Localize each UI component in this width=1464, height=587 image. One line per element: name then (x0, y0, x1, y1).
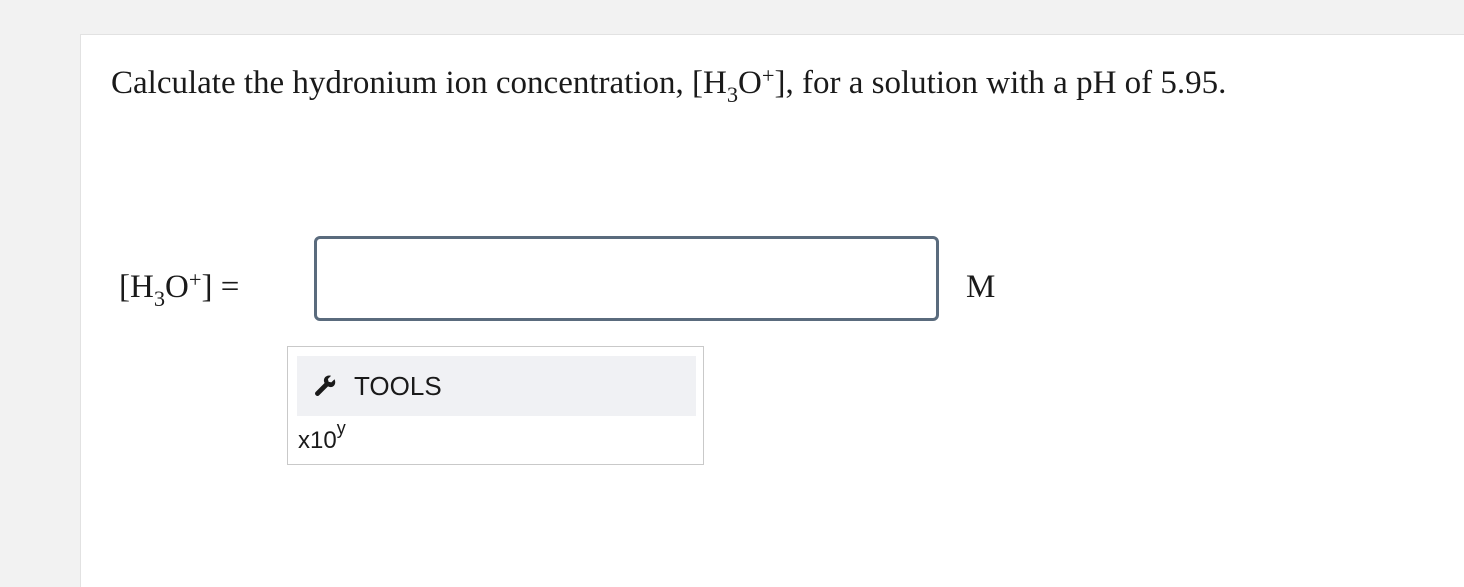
tools-panel: TOOLS x10y (287, 346, 704, 465)
sci-notation-base: x10 (298, 427, 337, 454)
answer-label-subscript: 3 (153, 285, 166, 311)
answer-label-superscript: + (188, 266, 202, 292)
answer-label-open: [H (119, 269, 154, 305)
sci-notation-exponent: y (336, 418, 346, 438)
question-subscript: 3 (726, 81, 739, 107)
answer-label: [H3O+] = (119, 266, 240, 309)
answer-label-middle: O (165, 269, 189, 305)
question-prefix: Calculate the hydronium ion concentratio… (111, 65, 727, 101)
answer-label-close: ] = (201, 269, 240, 305)
question-middle: O (738, 65, 762, 101)
tools-toggle-button[interactable]: TOOLS (297, 356, 696, 416)
answer-input[interactable] (314, 236, 939, 321)
tools-label: TOOLS (354, 371, 442, 401)
question-text: Calculate the hydronium ion concentratio… (111, 62, 1227, 105)
question-panel: Calculate the hydronium ion concentratio… (80, 34, 1464, 587)
wrench-icon (315, 375, 336, 396)
scientific-notation-button[interactable]: x10y (296, 418, 348, 455)
question-superscript: + (761, 62, 775, 88)
question-suffix: ], for a solution with a pH of 5.95. (774, 65, 1227, 101)
unit-label: M (966, 269, 996, 305)
